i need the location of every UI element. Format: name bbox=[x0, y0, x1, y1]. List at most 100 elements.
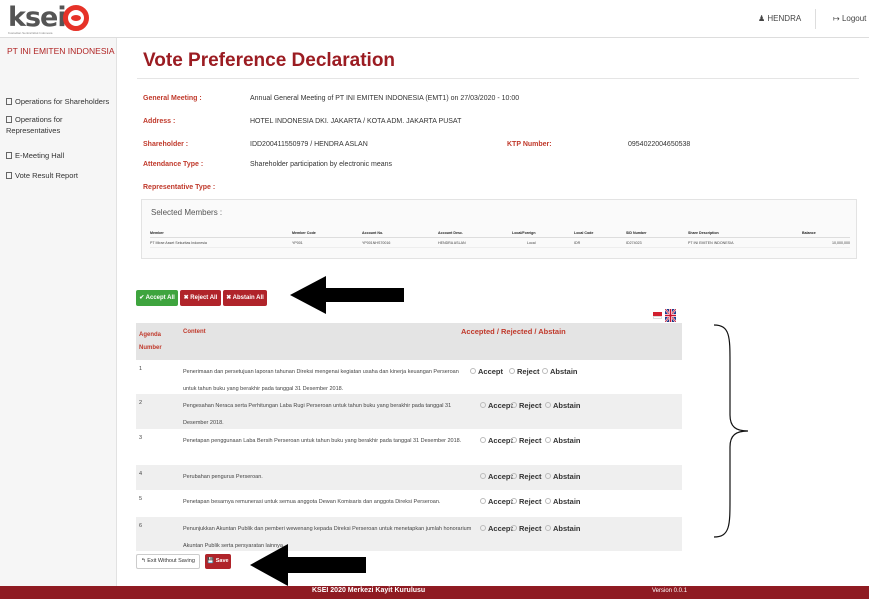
accept-radio[interactable]: Accept bbox=[480, 401, 513, 410]
sidebar-item-vote-result-report[interactable]: Vote Result Report bbox=[6, 170, 114, 181]
agenda-content: Penetapan besarnya remunerasi untuk semu… bbox=[183, 499, 441, 505]
logout-label: Logout bbox=[841, 14, 867, 23]
sidebar-item-operations-shareholders[interactable]: Operations for Shareholders bbox=[6, 96, 114, 107]
logout-icon: ↦ bbox=[833, 14, 842, 23]
radio-icon bbox=[542, 368, 548, 374]
agenda-number-header: Agenda Number bbox=[139, 332, 162, 351]
save-button[interactable]: 💾 Save bbox=[205, 554, 231, 569]
agenda-content: Pengesahan Neraca serta Perhitungan Laba… bbox=[183, 403, 452, 426]
user-name: HENDRA bbox=[767, 14, 802, 23]
accept-label: Accept bbox=[488, 472, 514, 481]
table-row: 3 Penetapan penggunaan Laba Bersih Perse… bbox=[136, 429, 682, 465]
members-cell: IDR bbox=[574, 241, 581, 245]
members-col-header: Share Description bbox=[688, 231, 719, 235]
accept-radio[interactable]: Accept bbox=[480, 497, 513, 506]
sidebar-company-name: PT INI EMITEN INDONESIA bbox=[7, 46, 115, 56]
radio-icon bbox=[480, 498, 486, 504]
shareholder-label: Shareholder : bbox=[143, 141, 189, 148]
annotation-arrow-icon bbox=[250, 544, 366, 586]
document-icon bbox=[6, 172, 12, 179]
general-meeting-label: General Meeting : bbox=[143, 95, 202, 102]
ksei-logo[interactable]: ksei Kustodian Sentral Efek Indonesia bbox=[8, 2, 100, 35]
save-label: Save bbox=[215, 558, 229, 564]
reject-label: Reject bbox=[519, 436, 542, 445]
reject-radio[interactable]: Reject bbox=[511, 472, 542, 481]
abstain-radio[interactable]: Abstain bbox=[545, 401, 581, 410]
reject-radio[interactable]: Reject bbox=[509, 367, 540, 376]
selected-members-panel: Selected Members : Member Member Code Ac… bbox=[141, 199, 857, 259]
reject-radio[interactable]: Reject bbox=[511, 497, 542, 506]
ktp-label: KTP Number: bbox=[507, 141, 552, 148]
accept-radio[interactable]: Accept bbox=[480, 472, 513, 481]
sidebar-item-emeeting-hall[interactable]: E-Meeting Hall bbox=[6, 150, 114, 161]
agenda-number: 5 bbox=[139, 496, 143, 502]
sidebar-item-label: Operations for Shareholders bbox=[15, 97, 110, 106]
reject-radio[interactable]: Reject bbox=[511, 436, 542, 445]
address-label: Address : bbox=[143, 118, 176, 125]
accept-label: Accept bbox=[488, 524, 514, 533]
members-cell: PT INI EMITEN INDONESIA bbox=[688, 241, 734, 245]
abstain-label: Abstain bbox=[553, 472, 581, 481]
members-cell: PT Mirae Asset Sekuritas Indonesia bbox=[150, 241, 207, 245]
document-icon bbox=[6, 116, 12, 123]
abstain-radio[interactable]: Abstain bbox=[545, 524, 581, 533]
reject-radio[interactable]: Reject bbox=[511, 401, 542, 410]
flag-uk-icon[interactable] bbox=[665, 309, 676, 322]
footer: KSEI 2020 Merkezi Kayit Kurulusu Version… bbox=[0, 586, 869, 599]
abstain-radio[interactable]: Abstain bbox=[542, 367, 578, 376]
members-col-header: Member Code bbox=[292, 231, 316, 235]
flag-indonesia-icon[interactable] bbox=[653, 312, 662, 319]
accept-all-button[interactable]: ✔ Accept All bbox=[136, 290, 178, 306]
table-row: 1 Penerimaan dan persetujuan laporan tah… bbox=[136, 360, 682, 394]
agenda-number: 3 bbox=[139, 435, 143, 441]
accept-radio[interactable]: Accept bbox=[470, 367, 503, 376]
ktp-value: 0954022004650538 bbox=[628, 141, 691, 148]
abstain-label: Abstain bbox=[550, 367, 578, 376]
agenda-number: 6 bbox=[139, 523, 143, 529]
radio-icon bbox=[480, 473, 486, 479]
radio-icon bbox=[545, 525, 551, 531]
reject-all-button[interactable]: ✖ Reject All bbox=[180, 290, 221, 306]
abstain-radio[interactable]: Abstain bbox=[545, 436, 581, 445]
table-row: 4 Perubahan pengurus Perseroan. Accept R… bbox=[136, 465, 682, 490]
radio-icon bbox=[511, 437, 517, 443]
address-value: HOTEL INDONESIA DKI. JAKARTA / KOTA ADM.… bbox=[250, 118, 462, 125]
sidebar-item-operations-representatives[interactable]: Operations for Representatives bbox=[6, 114, 106, 136]
radio-icon bbox=[480, 402, 486, 408]
agenda-number: 1 bbox=[139, 366, 143, 372]
general-meeting-value: Annual General Meeting of PT INI EMITEN … bbox=[250, 95, 520, 102]
members-col-header: Member bbox=[150, 231, 164, 235]
radio-icon bbox=[511, 402, 517, 408]
logout-link[interactable]: ↦ Logout bbox=[833, 9, 866, 29]
shareholder-value: IDD200411550979 / HENDRA ASLAN bbox=[250, 141, 368, 148]
content-header: Content bbox=[183, 329, 206, 335]
abstain-radio[interactable]: Abstain bbox=[545, 472, 581, 481]
radio-icon bbox=[545, 402, 551, 408]
abstain-radio[interactable]: Abstain bbox=[545, 497, 581, 506]
exit-without-saving-button[interactable]: ↰ Exit Without Saving bbox=[136, 554, 200, 569]
accept-radio[interactable]: Accept bbox=[480, 524, 513, 533]
table-row: PT Mirae Asset Sekuritas Indonesia YP001… bbox=[150, 239, 850, 248]
members-cell: ID274023 bbox=[626, 241, 642, 245]
user-menu[interactable]: ♟ HENDRA bbox=[758, 9, 817, 29]
reject-radio[interactable]: Reject bbox=[511, 524, 542, 533]
table-row: 2 Pengesahan Neraca serta Perhitungan La… bbox=[136, 394, 682, 429]
title-divider bbox=[137, 78, 859, 79]
logo-subtext: Kustodian Sentral Efek Indonesia bbox=[8, 31, 53, 35]
agenda-number: 2 bbox=[139, 400, 143, 406]
radio-icon bbox=[480, 437, 486, 443]
abstain-all-button[interactable]: ✖ Abstain All bbox=[223, 290, 267, 306]
attendance-type-value: Shareholder participation by electronic … bbox=[250, 161, 393, 168]
vote-choice-header: Accepted / Rejected / Abstain bbox=[461, 327, 566, 336]
accept-radio[interactable]: Accept bbox=[480, 436, 513, 445]
abstain-label: Abstain bbox=[553, 401, 581, 410]
members-col-header: Local Code bbox=[574, 231, 594, 235]
members-cell: YP001 bbox=[292, 241, 303, 245]
table-row: 6 Penunjukkan Akuntan Publik dan pemberi… bbox=[136, 517, 682, 551]
footer-version: Version 0.0.1 bbox=[652, 588, 688, 594]
accept-label: Accept bbox=[488, 401, 514, 410]
attendance-type-label: Attendance Type : bbox=[143, 161, 204, 168]
accept-label: Accept bbox=[488, 497, 514, 506]
reject-label: Reject bbox=[519, 524, 542, 533]
representative-type-label: Representative Type : bbox=[143, 184, 216, 191]
